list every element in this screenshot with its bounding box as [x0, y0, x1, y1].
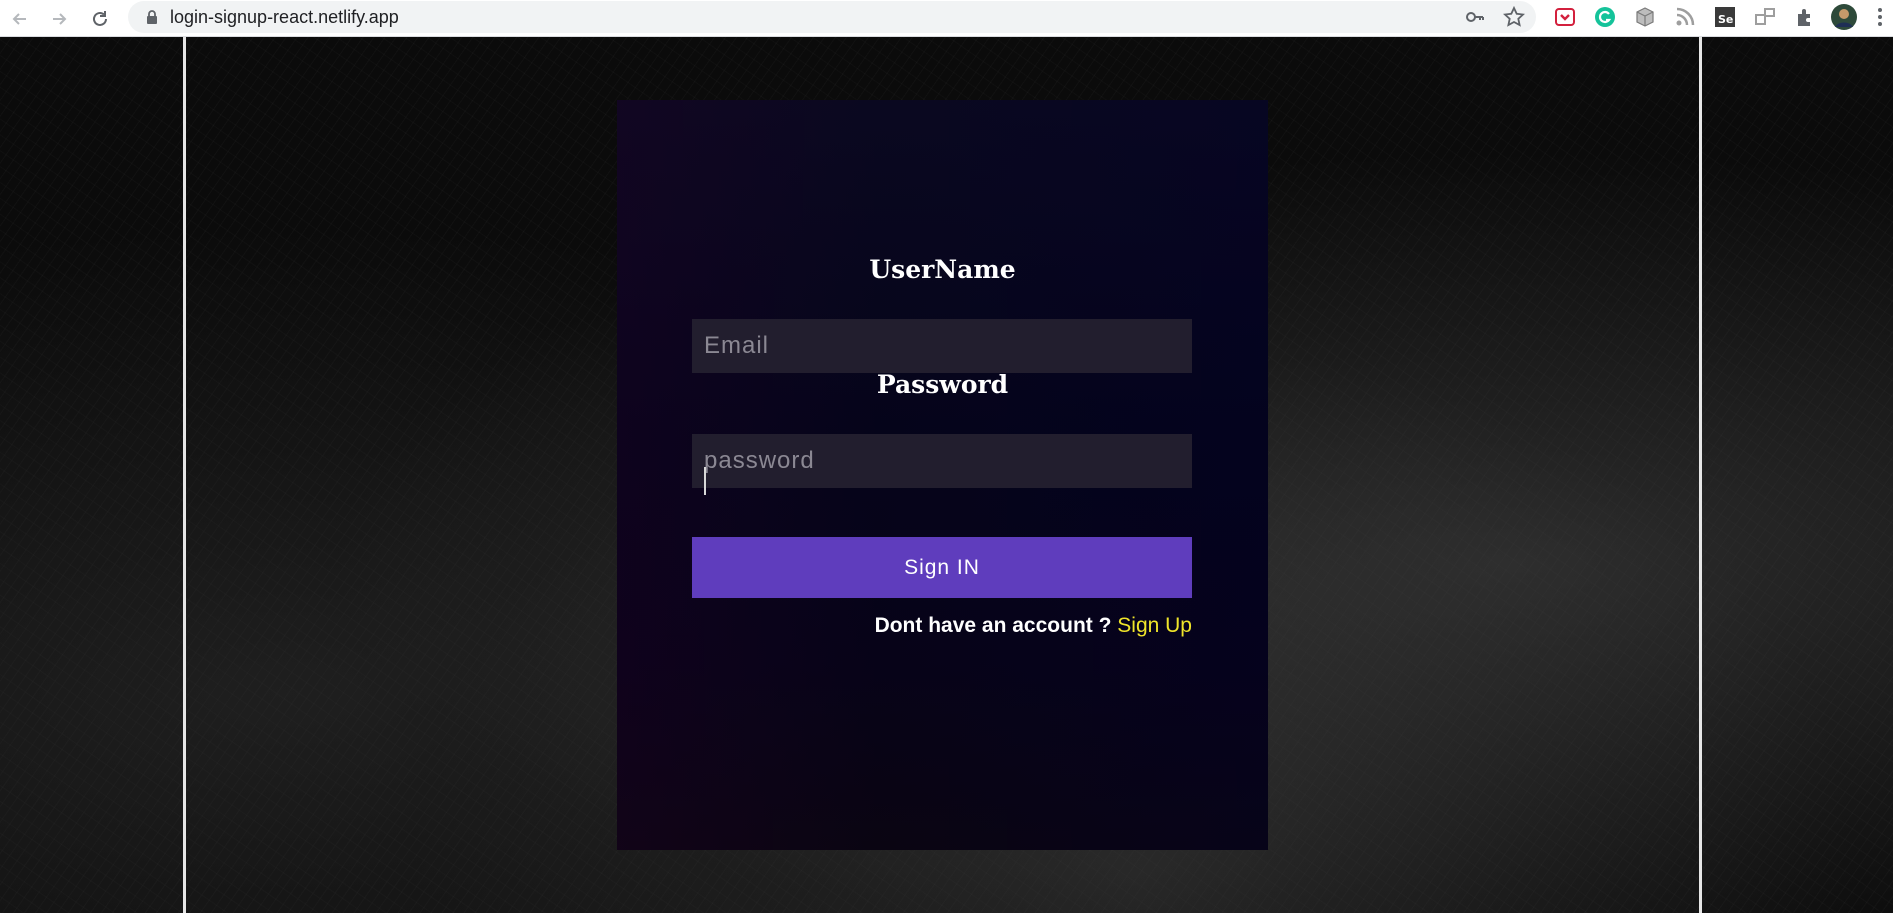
back-arrow-icon[interactable]: [5, 4, 35, 34]
page-background: UserName Password Sign IN Dont have an a…: [0, 37, 1893, 913]
signup-prompt-row: Dont have an account ? Sign Up: [875, 614, 1192, 638]
sign-in-button[interactable]: Sign IN: [692, 537, 1192, 598]
kebab-menu-icon[interactable]: [1866, 3, 1893, 31]
right-divider: [1699, 37, 1702, 913]
bookmark-star-icon[interactable]: [1503, 6, 1525, 28]
sign-up-link[interactable]: Sign Up: [1117, 614, 1192, 637]
profile-avatar[interactable]: [1830, 3, 1858, 31]
address-bar[interactable]: login-signup-react.netlify.app: [128, 1, 1536, 33]
password-label: Password: [876, 370, 1009, 399]
url-text[interactable]: login-signup-react.netlify.app: [170, 7, 399, 28]
puzzle-extensions-icon[interactable]: [1791, 3, 1819, 31]
selenium-extension-icon[interactable]: Se: [1711, 3, 1739, 31]
grammarly-extension-icon[interactable]: [1591, 3, 1619, 31]
login-card: UserName Password Sign IN Dont have an a…: [617, 100, 1268, 850]
password-input[interactable]: [692, 434, 1192, 488]
reload-icon[interactable]: [85, 4, 115, 34]
rss-extension-icon[interactable]: [1671, 3, 1699, 31]
left-divider: [183, 37, 186, 913]
pocket-extension-icon[interactable]: [1551, 3, 1579, 31]
text-cursor: [704, 467, 706, 495]
forward-arrow-icon[interactable]: [44, 4, 74, 34]
svg-text:Se: Se: [1718, 13, 1733, 26]
signup-prompt-text: Dont have an account ?: [874, 614, 1112, 637]
email-input[interactable]: [692, 319, 1192, 373]
cube-extension-icon[interactable]: [1631, 3, 1659, 31]
lock-icon[interactable]: [144, 9, 160, 25]
username-label: UserName: [869, 255, 1016, 284]
key-icon[interactable]: [1464, 6, 1486, 28]
window-extension-icon[interactable]: [1751, 3, 1779, 31]
browser-toolbar: login-signup-react.netlify.app Se: [0, 0, 1893, 37]
